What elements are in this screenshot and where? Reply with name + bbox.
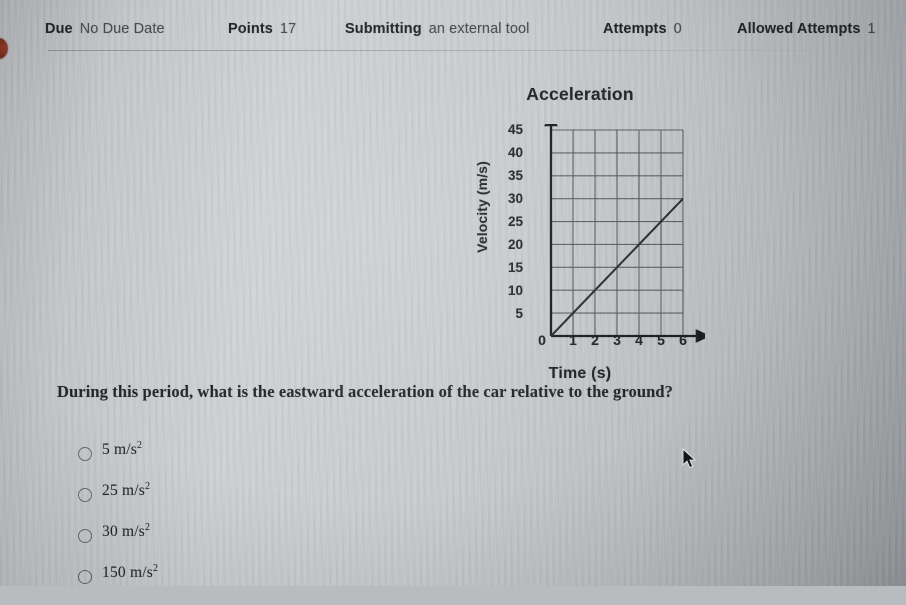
option-unit-exponent: 2: [137, 439, 143, 451]
photographed-screen-page: Due No Due Date Points 17 Submitting an ext…: [0, 0, 906, 586]
radio-button-icon[interactable]: [78, 570, 92, 584]
option-unit: m/s: [129, 564, 153, 581]
chart-gridlines-vertical: [572, 130, 684, 336]
meta-allowed-attempts-value: 1: [867, 21, 876, 37]
meta-points-key: Points: [228, 21, 273, 37]
meta-due-key: Due: [45, 21, 73, 37]
option-row[interactable]: 5 m/s2: [78, 439, 578, 482]
chart-title: Acceleration: [526, 84, 634, 104]
meta-points-value: 17: [279, 21, 297, 37]
option-value: 150: [102, 564, 126, 581]
chart-svg: [544, 124, 705, 343]
option-row[interactable]: 25 m/s2: [78, 480, 578, 523]
meta-due: Due No Due Date: [45, 21, 165, 37]
option-label: 25 m/s2: [102, 480, 151, 500]
option-row[interactable]: 150 m/s2: [78, 562, 578, 605]
option-unit: m/s: [121, 482, 145, 499]
option-value: 30: [102, 523, 118, 540]
option-unit: m/s: [121, 523, 145, 540]
option-unit-exponent: 2: [144, 521, 151, 533]
header-divider: [48, 50, 906, 51]
option-unit-exponent: 2: [144, 480, 151, 492]
option-label: 150 m/s2: [102, 562, 159, 582]
option-value: 5: [102, 441, 110, 458]
meta-submitting: Submitting an external tool: [345, 21, 530, 37]
question-prompt: During this period, what is the eastward…: [57, 382, 674, 401]
assignment-meta-bar: Due No Due Date Points 17 Submitting an ext…: [0, 0, 906, 50]
meta-points: Points 17: [228, 21, 297, 37]
meta-attempts-key: Attempts: [603, 21, 667, 37]
meta-attempts: Attempts 0: [603, 21, 682, 37]
meta-due-value: No Due Date: [79, 21, 165, 37]
chart-x-axis-label: Time (s): [548, 365, 612, 382]
option-label: 30 m/s2: [102, 521, 151, 541]
radio-button-icon[interactable]: [78, 529, 92, 543]
chart-plot-area: 45 40 35 30 25 20 15 10 5 0 1 2 3 4 5 6: [493, 123, 705, 356]
option-label: 5 m/s2: [102, 439, 143, 459]
meta-allowed-attempts-key: Allowed Attempts: [737, 21, 861, 37]
radio-button-icon[interactable]: [78, 488, 92, 502]
chart-y-axis-label: Velocity (m/s): [474, 161, 490, 253]
meta-submitting-key: Submitting: [345, 21, 422, 37]
meta-allowed-attempts: Allowed Attempts 1: [737, 21, 876, 37]
option-unit: m/s: [114, 441, 138, 458]
meta-submitting-value: an external tool: [428, 21, 530, 37]
option-row[interactable]: 30 m/s2: [78, 521, 578, 564]
option-unit-exponent: 2: [152, 562, 159, 574]
velocity-time-chart: Acceleration Velocity (m/s) 45 40 35 30 …: [455, 84, 705, 389]
option-value: 25: [102, 482, 118, 499]
mouse-cursor-icon: [682, 448, 697, 469]
radio-button-icon[interactable]: [78, 447, 92, 461]
answer-options-list: 5 m/s2 25 m/s2 30 m/s2 150 m/s2: [78, 439, 578, 605]
meta-attempts-value: 0: [673, 21, 682, 37]
